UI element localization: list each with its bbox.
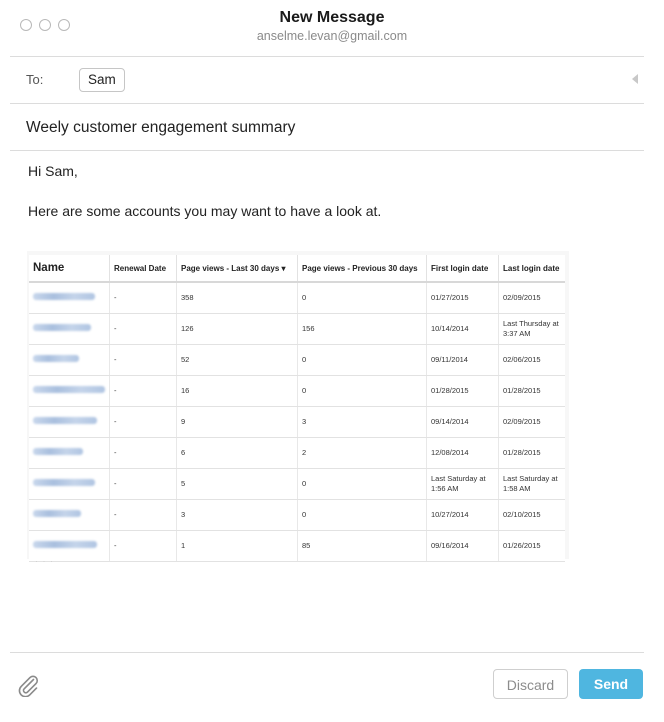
views-last-cell: 52: [176, 344, 298, 376]
views-last-cell: 126: [176, 313, 298, 345]
account-name-cell: [29, 499, 110, 531]
account-name-cell: [29, 406, 110, 438]
subject-field[interactable]: Weely customer engagement summary: [26, 119, 295, 137]
recipient-chip[interactable]: Sam: [79, 68, 125, 92]
views-prev-cell: 156: [297, 313, 427, 345]
views-last-cell: 1: [176, 530, 298, 562]
last-login-cell: 01/28/2015: [498, 437, 565, 469]
views-prev-cell: 0: [297, 468, 427, 500]
renewal-cell: -: [109, 406, 177, 438]
first-login-cell: 12/08/2014: [426, 437, 499, 469]
table-row: -1 85 09/16/2014 01/26/2015: [29, 530, 565, 562]
accounts-table: Name Renewal Date Page views - Last 30 d…: [29, 255, 565, 562]
divider: [10, 652, 644, 653]
last-login-cell: 02/10/2015: [498, 499, 565, 531]
table-row: -126 156 10/14/2014 Last Thursday at 3:37 A…: [29, 313, 565, 345]
divider: [10, 56, 644, 57]
table-row: -358 0 01/27/2015 02/09/2015: [29, 282, 565, 314]
account-name-cell: [29, 313, 110, 345]
renewal-cell: -: [109, 313, 177, 345]
sort-desc-icon: ▾: [281, 263, 286, 273]
table-row: -5 0 Last Saturday at 1:56 AM Last Saturday…: [29, 468, 565, 500]
account-name-cell: [29, 468, 110, 500]
views-last-cell: 5: [176, 468, 298, 500]
views-last-cell: 358: [176, 282, 298, 314]
sender-address: anselme.levan@gmail.com: [256, 29, 408, 43]
renewal-cell: -: [109, 530, 177, 562]
col-header-views-prev: Page views - Previous 30 days: [297, 255, 427, 283]
table-row: -3 0 10/27/2014 02/10/2015: [29, 499, 565, 531]
col-header-renewal: Renewal Date: [109, 255, 177, 283]
views-prev-cell: 0: [297, 499, 427, 531]
renewal-cell: -: [109, 282, 177, 314]
redacted-account-name: [33, 541, 97, 548]
first-login-cell: Last Saturday at 1:56 AM: [426, 468, 499, 500]
views-prev-cell: 0: [297, 344, 427, 376]
table-image: Name Renewal Date Page views - Last 30 d…: [27, 251, 569, 566]
renewal-cell: -: [109, 344, 177, 376]
table-row: -16 0 01/28/2015 01/28/2015: [29, 375, 565, 407]
body-intro[interactable]: Here are some accounts you may want to h…: [28, 203, 381, 219]
views-last-cell: 3: [176, 499, 298, 531]
views-prev-cell: 85: [297, 530, 427, 562]
divider: [10, 103, 644, 104]
last-login-cell: 01/28/2015: [498, 375, 565, 407]
renewal-cell: -: [109, 499, 177, 531]
divider: [10, 150, 644, 151]
renewal-cell: -: [109, 375, 177, 407]
last-login-cell: 02/09/2015: [498, 406, 565, 438]
first-login-cell: 01/28/2015: [426, 375, 499, 407]
redacted-account-name: [33, 479, 95, 486]
discard-button[interactable]: Discard: [493, 669, 568, 699]
first-login-cell: 10/27/2014: [426, 499, 499, 531]
col-header-views-last: Page views - Last 30 days ▾: [176, 255, 298, 283]
first-login-cell: 09/11/2014: [426, 344, 499, 376]
table-body: -358 0 01/27/2015 02/09/2015-126 156 10/14/20…: [29, 282, 565, 562]
account-name-cell: [29, 344, 110, 376]
account-name-cell: [29, 437, 110, 469]
last-login-cell: Last Saturday at 1:58 AM: [498, 468, 565, 500]
collapse-arrow-icon[interactable]: [632, 74, 638, 84]
views-prev-cell: 0: [297, 282, 427, 314]
views-last-cell: 6: [176, 437, 298, 469]
redacted-account-name: [33, 448, 83, 455]
views-prev-cell: 0: [297, 375, 427, 407]
first-login-cell: 09/16/2014: [426, 530, 499, 562]
col-header-name: Name: [29, 255, 110, 283]
more-indicator: · · ·: [35, 556, 54, 566]
redacted-account-name: [33, 355, 79, 362]
last-login-cell: 02/06/2015: [498, 344, 565, 376]
account-name-cell: [29, 282, 110, 314]
table-header-row: Name Renewal Date Page views - Last 30 d…: [29, 255, 565, 283]
first-login-cell: 01/27/2015: [426, 282, 499, 314]
views-prev-cell: 2: [297, 437, 427, 469]
renewal-cell: -: [109, 468, 177, 500]
views-prev-cell: 3: [297, 406, 427, 438]
title-bar: New Message anselme.levan@gmail.com: [0, 0, 664, 56]
window-title: New Message: [279, 9, 385, 26]
account-name-cell: [29, 375, 110, 407]
redacted-account-name: [33, 293, 95, 300]
body-greeting[interactable]: Hi Sam,: [28, 163, 78, 179]
views-last-cell: 9: [176, 406, 298, 438]
to-label: To:: [26, 72, 44, 87]
table-row: -6 2 12/08/2014 01/28/2015: [29, 437, 565, 469]
renewal-cell: -: [109, 437, 177, 469]
paperclip-icon[interactable]: [16, 673, 40, 702]
first-login-cell: 10/14/2014: [426, 313, 499, 345]
send-button[interactable]: Send: [579, 669, 643, 699]
views-last-cell: 16: [176, 375, 298, 407]
col-header-last-login: Last login date: [498, 255, 565, 283]
redacted-account-name: [33, 386, 105, 393]
last-login-cell: 02/09/2015: [498, 282, 565, 314]
col-header-first-login: First login date: [426, 255, 499, 283]
table-row: -9 3 09/14/2014 02/09/2015: [29, 406, 565, 438]
first-login-cell: 09/14/2014: [426, 406, 499, 438]
redacted-account-name: [33, 417, 97, 424]
table-row: -52 0 09/11/2014 02/06/2015: [29, 344, 565, 376]
redacted-account-name: [33, 510, 81, 517]
last-login-cell: 01/26/2015: [498, 530, 565, 562]
redacted-account-name: [33, 324, 91, 331]
last-login-cell: Last Thursday at 3:37 AM: [498, 313, 565, 345]
